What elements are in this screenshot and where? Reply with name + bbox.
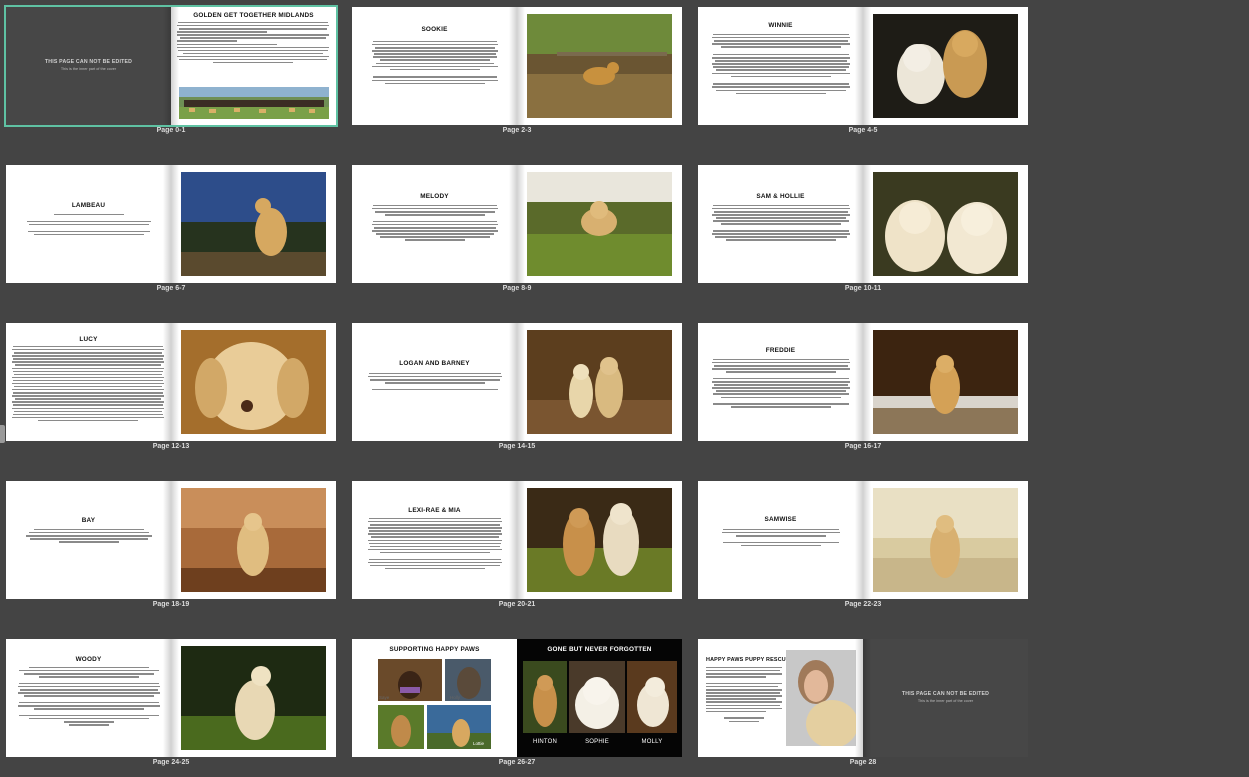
spread-page-24-25[interactable]: WOODY: [6, 639, 336, 757]
spread-page-22-23[interactable]: SAMWISE: [698, 481, 1028, 599]
page-27: GONE BUT NEVER FORGOTTEN HINTON SOPHIE M…: [517, 639, 682, 757]
page-title: WINNIE: [768, 22, 793, 29]
spread-label: Page 4-5: [848, 127, 878, 134]
dog-photo: [527, 14, 672, 118]
locked-inner-cover: THIS PAGE CAN NOT BE EDITED This is the …: [6, 7, 171, 125]
dog-photo: [527, 172, 672, 276]
spread-page-18-19[interactable]: BAY: [6, 481, 336, 599]
locked-back-cover: THIS PAGE CAN NOT BE EDITED This is the …: [863, 639, 1028, 757]
spread-page-10-11[interactable]: SAM & HOLLIE: [698, 165, 1028, 283]
body-text: [372, 41, 498, 86]
body-text: [26, 529, 152, 544]
spread-page-4-5[interactable]: WINNIE: [698, 7, 1028, 125]
page-1: GOLDEN GET TOGETHER MIDLANDS: [171, 7, 336, 125]
photo-caption: Saye: [379, 695, 390, 700]
spread-page-20-21[interactable]: LEXI-RAE & MIA: [352, 481, 682, 599]
spread-page-16-17[interactable]: FREDDIE: [698, 323, 1028, 441]
spread-label: Page 10-11: [844, 285, 882, 292]
page-title: LUCY: [79, 336, 98, 343]
locked-page-subtitle: This is the inner part of the cover: [60, 67, 117, 71]
dog-photo: [569, 661, 625, 733]
photo-caption: Holly: [450, 695, 461, 700]
page-title: LEXI-RAE & MIA: [408, 507, 461, 514]
dog-photo: [873, 330, 1018, 434]
page-title: LOGAN AND BARNEY: [399, 360, 470, 367]
page-title: SOOKIE: [421, 26, 448, 33]
memorial-name: SOPHIE: [585, 739, 609, 745]
page-title: BAY: [81, 517, 96, 524]
body-text: [712, 359, 850, 409]
page-title: SAM & HOLLIE: [756, 193, 805, 200]
body-text: [706, 667, 782, 724]
spread-page-8-9[interactable]: MELODY: [352, 165, 682, 283]
body-text: [368, 518, 502, 571]
dog-photo: [181, 646, 326, 750]
dog-photo: [181, 488, 326, 592]
page-26: SUPPORTING HAPPY PAWS Saye Holly Lottie: [352, 639, 517, 757]
body-text: [177, 22, 329, 65]
spread-page-6-7[interactable]: LAMBEAU: [6, 165, 336, 283]
page-title: HAPPY PAWS PUPPY RESCUE: [706, 657, 790, 663]
page-title: MELODY: [420, 193, 449, 200]
group-photo: [179, 87, 329, 119]
page-title: GONE BUT NEVER FORGOTTEN: [547, 646, 652, 653]
spread-label: Page 0-1: [156, 127, 186, 134]
body-text: [12, 346, 164, 423]
dog-photo: [181, 172, 326, 276]
page-title: FREDDIE: [765, 347, 796, 354]
spread-page-12-13[interactable]: LUCY: [6, 323, 336, 441]
spread-page-0-1[interactable]: THIS PAGE CAN NOT BE EDITED This is the …: [4, 5, 338, 127]
body-text: [26, 214, 152, 237]
page-title: SUPPORTING HAPPY PAWS: [389, 646, 480, 653]
body-text: [368, 373, 502, 392]
spread-page-14-15[interactable]: LOGAN AND BARNEY: [352, 323, 682, 441]
dog-photo: [523, 661, 567, 733]
page-title: LAMBEAU: [71, 202, 106, 209]
dog-photo: [873, 488, 1018, 592]
dog-photo: [627, 661, 677, 733]
dog-photo: [181, 330, 326, 434]
body-text: [372, 205, 498, 243]
page-28: HAPPY PAWS PUPPY RESCUE: [698, 639, 863, 757]
body-text: [712, 34, 850, 96]
person-photo: [786, 650, 856, 746]
dog-photo: [527, 330, 672, 434]
spread-label: Page 20-21: [498, 601, 536, 608]
spread-label: Page 28: [849, 759, 877, 766]
spread-label: Page 26-27: [498, 759, 536, 766]
page-title: WOODY: [75, 656, 102, 663]
spread-label: Page 2-3: [502, 127, 532, 134]
spread-page-2-3[interactable]: SOOKIE: [352, 7, 682, 125]
dog-photo: [527, 488, 672, 592]
body-text: [18, 667, 160, 727]
locked-page-title: THIS PAGE CAN NOT BE EDITED: [901, 691, 990, 697]
spread-label: Page 6-7: [156, 285, 186, 292]
spread-label: Page 22-23: [844, 601, 882, 608]
spread-page-28[interactable]: HAPPY PAWS PUPPY RESCUE THIS PAGE CAN NO…: [698, 639, 1028, 757]
photo-caption: Lottie: [473, 741, 485, 746]
memorial-name: HINTON: [532, 739, 558, 745]
locked-page-subtitle: This is the inner part of the cover: [917, 699, 974, 703]
spread-label: Page 14-15: [498, 443, 536, 450]
spread-label: Page 24-25: [152, 759, 190, 766]
sidebar-collapse-handle[interactable]: [0, 425, 5, 443]
locked-page-title: THIS PAGE CAN NOT BE EDITED: [44, 59, 133, 65]
memorial-name: MOLLY: [641, 739, 663, 745]
spread-label: Page 16-17: [844, 443, 882, 450]
spread-label: Page 18-19: [152, 601, 190, 608]
page-title: SAMWISE: [764, 516, 797, 523]
body-text: [712, 205, 850, 243]
spread-label: Page 8-9: [502, 285, 532, 292]
spread-label: Page 12-13: [152, 443, 190, 450]
dog-photo: [873, 172, 1018, 276]
dog-photo: [378, 705, 424, 749]
body-text: [722, 529, 840, 548]
page-title: GOLDEN GET TOGETHER MIDLANDS: [193, 12, 314, 19]
spread-page-26-27[interactable]: SUPPORTING HAPPY PAWS Saye Holly Lottie …: [352, 639, 682, 757]
dog-photo: [873, 14, 1018, 118]
